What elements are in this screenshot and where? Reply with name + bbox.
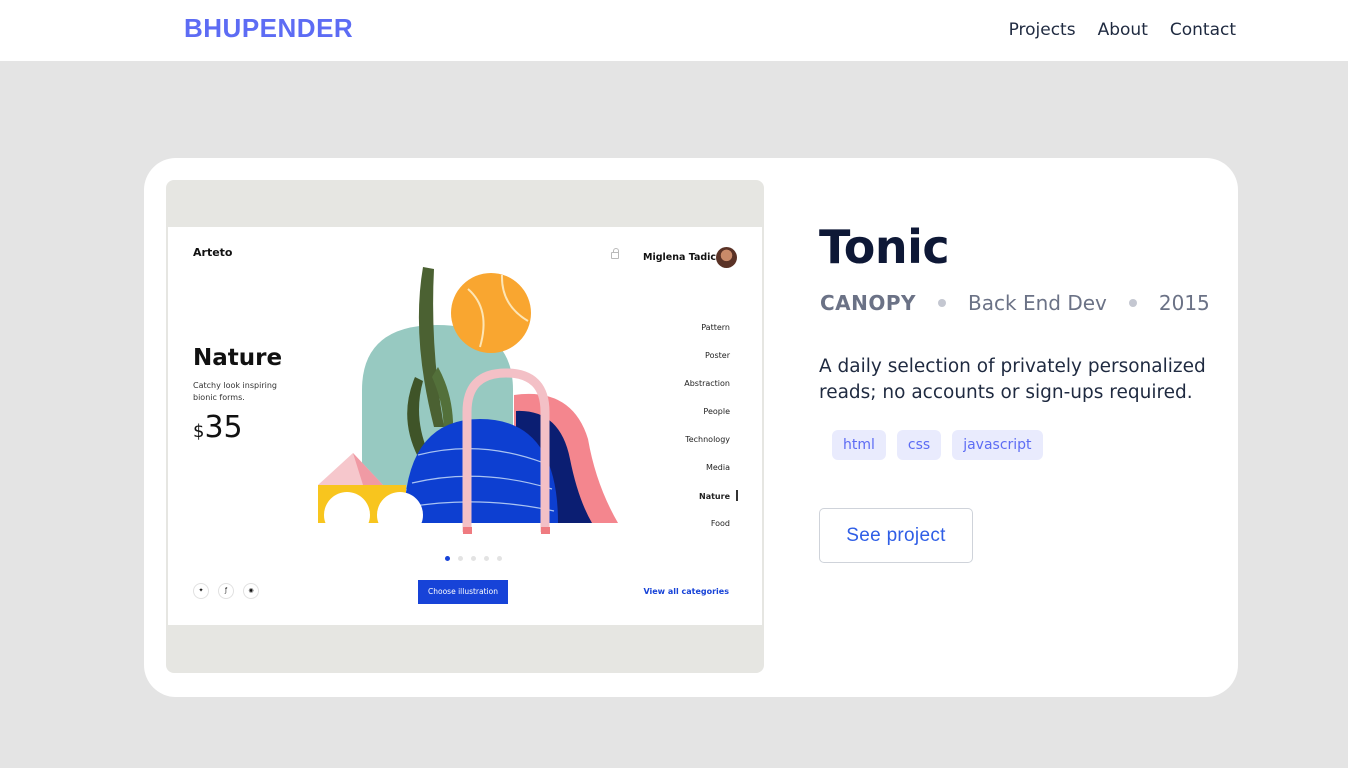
separator-dot — [1128, 299, 1137, 307]
see-project-button[interactable]: See project — [819, 508, 973, 563]
mock-price: $35 — [193, 410, 243, 445]
project-description: A daily selection of privately personali… — [819, 356, 1206, 403]
mock-social-links: ✦ ƒ ◉ — [193, 583, 259, 599]
category-item: Food — [710, 519, 730, 528]
mock-title: Nature — [193, 345, 283, 371]
tech-tags: html css javascript — [832, 430, 1043, 460]
mock-user-name: Miglena Tadic — [643, 252, 717, 263]
avatar — [716, 247, 737, 268]
carousel-dot — [484, 556, 489, 561]
currency-symbol: $ — [193, 421, 205, 442]
screenshot-mockup: Arteto Miglena Tadic Nature Catchy look … — [168, 227, 762, 625]
carousel-dots — [445, 556, 502, 561]
tag-css: css — [896, 430, 942, 460]
tag-html: html — [832, 430, 886, 460]
site-logo[interactable]: BHUPENDER — [184, 13, 353, 44]
twitter-icon: ✦ — [193, 583, 209, 599]
mock-view-all-link: View all categories — [643, 587, 729, 596]
category-item: Poster — [705, 351, 730, 360]
price-value: 35 — [204, 410, 243, 445]
project-title: Tonic — [819, 220, 950, 274]
category-item: Abstraction — [684, 379, 730, 388]
mock-choose-button: Choose illustration — [418, 580, 508, 604]
nav-link-projects[interactable]: Projects — [1009, 20, 1076, 40]
tag-javascript: javascript — [952, 430, 1043, 460]
category-item: People — [703, 407, 730, 416]
nature-illustration — [318, 267, 618, 538]
project-role: Back End Dev — [968, 291, 1107, 315]
project-screenshot: Arteto Miglena Tadic Nature Catchy look … — [166, 180, 764, 673]
project-meta: CANOPY Back End Dev 2015 — [820, 291, 1210, 315]
carousel-dot — [471, 556, 476, 561]
project-client: CANOPY — [820, 291, 917, 315]
category-item: Pattern — [701, 323, 730, 332]
nav-link-contact[interactable]: Contact — [1170, 20, 1236, 40]
carousel-dot — [458, 556, 463, 561]
mock-brand: Arteto — [193, 246, 233, 259]
category-item: Media — [705, 463, 730, 472]
project-year: 2015 — [1158, 291, 1210, 315]
instagram-icon: ◉ — [243, 583, 259, 599]
category-item: Technology — [685, 435, 730, 444]
main-nav: Projects About Contact — [1009, 20, 1236, 40]
mock-subtitle: Catchy look inspiring bionic forms. — [193, 381, 277, 402]
separator-dot — [938, 299, 947, 307]
category-item-active: Nature — [684, 490, 730, 518]
nav-link-about[interactable]: About — [1098, 20, 1148, 40]
project-card: Arteto Miglena Tadic Nature Catchy look … — [144, 158, 1238, 697]
carousel-dot — [497, 556, 502, 561]
carousel-dot-active — [445, 556, 450, 561]
mock-category-list: Pattern Poster Abstraction People Techno… — [684, 322, 730, 546]
top-navbar: BHUPENDER Projects About Contact — [0, 0, 1348, 61]
facebook-icon: ƒ — [218, 583, 234, 599]
lock-icon — [611, 248, 619, 259]
